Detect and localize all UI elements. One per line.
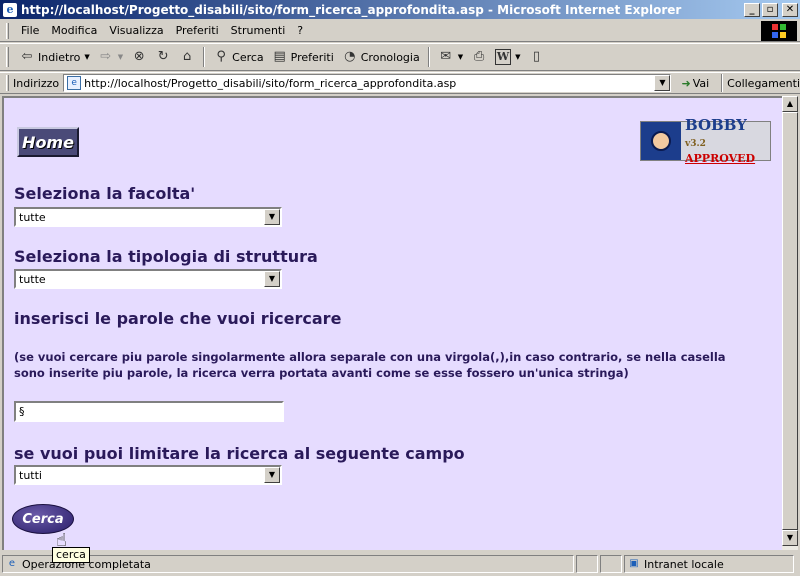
mail-button[interactable]: ✉ ▼ (434, 47, 467, 67)
chevron-down-icon[interactable]: ▼ (264, 209, 280, 225)
keywords-instructions: (se vuoi cercare piu parole singolarment… (14, 350, 726, 380)
windows-logo-icon (761, 21, 797, 41)
toolbar-grip[interactable] (6, 47, 9, 67)
structure-select-value: tutte (19, 272, 46, 286)
structure-select[interactable]: tutte ▼ (14, 269, 282, 289)
address-grip[interactable] (6, 75, 9, 91)
toolbar-separator (203, 47, 206, 67)
history-button[interactable]: ◔ Cronologia (338, 47, 424, 67)
mail-icon: ✉ (440, 49, 452, 64)
home-link-button[interactable]: Home (17, 127, 79, 157)
status-empty-cell (600, 555, 622, 573)
search-button[interactable]: ⚲ Cerca (209, 47, 268, 67)
keywords-label: inserisci le parole che vuoi ricercare (14, 309, 342, 328)
vertical-scrollbar[interactable]: ▲ ▼ (782, 96, 798, 550)
minimize-button[interactable]: _ (744, 2, 760, 17)
go-arrow-icon: ➜ (681, 76, 691, 90)
menu-visualizza[interactable]: Visualizza (103, 22, 169, 39)
close-button[interactable]: ✕ (782, 2, 798, 17)
links-button[interactable]: Collegamenti (727, 77, 800, 90)
home-toolbar-button[interactable]: ⌂ (175, 47, 199, 67)
menu-modifica[interactable]: Modifica (45, 22, 103, 39)
document-icon: ▯ (532, 49, 541, 64)
chevron-down-icon[interactable]: ▼ (264, 467, 280, 483)
window-title: http://localhost/Progetto_disabili/sito/… (21, 2, 682, 17)
search-tooltip: cerca (52, 547, 90, 563)
word-icon: W (495, 49, 512, 65)
links-separator (721, 74, 724, 92)
toolbar-separator (427, 47, 430, 67)
back-label: Indietro (38, 50, 81, 64)
standard-toolbar: ⇦ Indietro ▼ ⇨ ▼ ⊗ ↻ ⌂ ⚲ Cerca ▤ Preferi… (0, 43, 800, 71)
chevron-down-icon[interactable]: ▼ (264, 271, 280, 287)
scroll-down-icon[interactable]: ▼ (782, 530, 798, 546)
edit-button[interactable]: W ▼ (491, 47, 524, 67)
favorites-icon: ▤ (273, 49, 286, 64)
status-empty-cell (576, 555, 598, 573)
favorites-button[interactable]: ▤ Preferiti (268, 47, 338, 67)
stop-icon: ⊗ (133, 49, 145, 64)
field-label: se vuoi puoi limitare la ricerca al segu… (14, 444, 465, 463)
print-icon: ⎙ (473, 49, 485, 64)
page-done-icon: e (8, 558, 16, 569)
forward-button[interactable]: ⇨ ▼ (94, 47, 127, 67)
forward-arrow-icon: ⇨ (100, 49, 112, 64)
favorites-label: Preferiti (290, 50, 334, 64)
structure-label: Seleziona la tipologia di struttura (14, 247, 318, 266)
field-select[interactable]: tutti ▼ (14, 465, 282, 485)
bobby-name: BOBBY (685, 115, 747, 134)
address-url: http://localhost/Progetto_disabili/sito/… (84, 76, 457, 90)
scroll-up-icon[interactable]: ▲ (782, 96, 798, 112)
page-icon: e (67, 76, 82, 90)
home-icon: ⌂ (183, 49, 192, 64)
ie-logo-icon: e (3, 2, 17, 17)
menu-strumenti[interactable]: Strumenti (225, 22, 292, 39)
go-button[interactable]: ➜ Vai (681, 77, 709, 90)
keywords-input-value: § (19, 405, 25, 418)
discuss-button[interactable]: ▯ (525, 47, 549, 67)
policeman-icon (641, 122, 681, 160)
keywords-input[interactable]: § (14, 401, 284, 422)
intranet-icon: ▣ (629, 558, 639, 569)
status-bar: e Operazione completata ▣ Intranet local… (0, 552, 800, 576)
forward-dropdown-icon[interactable]: ▼ (118, 53, 123, 61)
refresh-button[interactable]: ↻ (151, 47, 175, 67)
mail-dropdown-icon[interactable]: ▼ (458, 53, 463, 61)
edit-dropdown-icon[interactable]: ▼ (515, 53, 520, 61)
search-label: Cerca (232, 50, 264, 64)
back-dropdown-icon[interactable]: ▼ (84, 53, 89, 61)
address-dropdown-icon[interactable]: ▼ (654, 75, 671, 91)
window-titlebar: e http://localhost/Progetto_disabili/sit… (0, 0, 800, 19)
menu-grip[interactable] (6, 22, 9, 39)
bobby-status: APPROVED (685, 151, 756, 165)
field-select-value: tutti (19, 468, 42, 482)
search-icon: ⚲ (216, 49, 226, 64)
menu-bar: File Modifica Visualizza Preferiti Strum… (0, 20, 800, 42)
faculty-select[interactable]: tutte ▼ (14, 207, 282, 227)
menu-preferiti[interactable]: Preferiti (170, 22, 225, 39)
address-bar: Indirizzo e http://localhost/Progetto_di… (0, 72, 800, 94)
address-label: Indirizzo (12, 76, 60, 90)
page-content: Home BOBBY v3.2 APPROVED Seleziona la fa… (2, 96, 782, 550)
address-input[interactable]: e http://localhost/Progetto_disabili/sit… (63, 74, 672, 92)
menu-file[interactable]: File (15, 22, 45, 39)
history-icon: ◔ (344, 49, 356, 64)
faculty-label: Seleziona la facolta' (14, 184, 196, 203)
status-zone-cell: ▣ Intranet locale (624, 555, 794, 573)
bobby-approved-badge[interactable]: BOBBY v3.2 APPROVED (640, 117, 771, 165)
maximize-button[interactable]: ▫ (762, 2, 778, 17)
history-label: Cronologia (360, 50, 420, 64)
bobby-version: v3.2 (685, 138, 706, 149)
back-arrow-icon: ⇦ (21, 49, 33, 64)
scroll-thumb[interactable] (782, 112, 798, 530)
stop-button[interactable]: ⊗ (127, 47, 151, 67)
faculty-select-value: tutte (19, 210, 46, 224)
go-label: Vai (692, 76, 710, 90)
print-button[interactable]: ⎙ (467, 47, 491, 67)
menu-help[interactable]: ? (291, 22, 309, 39)
back-button[interactable]: ⇦ Indietro ▼ (15, 47, 94, 67)
refresh-icon: ↻ (157, 49, 169, 64)
status-zone: Intranet locale (644, 557, 724, 571)
window-controls: _ ▫ ✕ (744, 2, 798, 17)
